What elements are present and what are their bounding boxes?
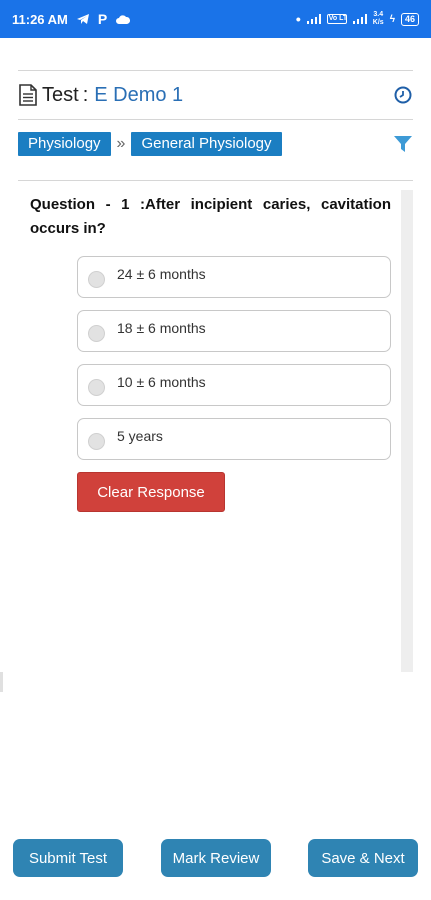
header-mid-divider — [18, 119, 413, 120]
breadcrumb: Physiology » General Physiology — [18, 132, 413, 156]
test-separator: : — [82, 83, 89, 106]
header-top-divider — [18, 70, 413, 71]
option-2-radio[interactable] — [88, 324, 105, 342]
test-header: Test : E Demo 1 — [18, 80, 413, 110]
status-time: 11:26 AM — [12, 11, 68, 27]
filter-icon[interactable] — [393, 134, 413, 154]
status-left: 11:26 AM P — [12, 11, 131, 27]
breadcrumb-separator: » — [116, 135, 126, 152]
cloud-icon — [115, 14, 131, 24]
subject-tag[interactable]: Physiology — [18, 132, 111, 156]
option-2-label: 18 ± 6 months — [117, 320, 206, 336]
clock-icon[interactable] — [393, 85, 413, 105]
option-3-label: 10 ± 6 months — [117, 374, 206, 390]
volte-badge: Vo LTE — [326, 14, 347, 24]
option-4-label: 5 years — [117, 428, 163, 444]
test-label: Test — [42, 83, 79, 106]
telegram-icon — [76, 13, 90, 25]
test-name: E Demo 1 — [94, 83, 184, 106]
status-bar: 11:26 AM P • Vo LTE 3.4 K/s ϟ 46 — [0, 0, 431, 38]
clear-response-button[interactable]: Clear Response — [77, 472, 225, 512]
submit-test-button[interactable]: Submit Test — [13, 839, 123, 877]
speed-value: 3.4 — [373, 11, 384, 18]
mark-review-button[interactable]: Mark Review — [161, 839, 271, 877]
topic-tag[interactable]: General Physiology — [131, 132, 282, 156]
notification-dot-icon: • — [295, 11, 301, 27]
option-3-radio[interactable] — [88, 378, 105, 396]
option-2[interactable]: 18 ± 6 months — [77, 310, 391, 352]
question-text: Question - 1 :After incipient caries, ca… — [30, 196, 391, 237]
scrollbar[interactable] — [401, 190, 413, 672]
option-1[interactable]: 24 ± 6 months — [77, 256, 391, 298]
paytm-icon: P — [97, 11, 108, 27]
speed-unit: K/s — [372, 19, 384, 26]
option-1-label: 24 ± 6 months — [117, 266, 206, 282]
header-bottom-divider — [18, 180, 413, 181]
status-right: • Vo LTE 3.4 K/s ϟ 46 — [296, 11, 419, 27]
option-4-radio[interactable] — [88, 432, 105, 450]
option-4[interactable]: 5 years — [77, 418, 391, 460]
edge-marker — [0, 672, 3, 692]
document-icon — [19, 84, 37, 106]
option-3[interactable]: 10 ± 6 months — [77, 364, 391, 406]
signal-icon — [306, 14, 321, 24]
save-next-button[interactable]: Save & Next — [308, 839, 418, 877]
battery-indicator: 46 — [400, 12, 419, 26]
signal-icon-2 — [352, 14, 367, 24]
charging-icon: ϟ — [389, 13, 395, 25]
option-1-radio[interactable] — [88, 270, 105, 288]
network-speed: 3.4 K/s — [373, 11, 384, 27]
